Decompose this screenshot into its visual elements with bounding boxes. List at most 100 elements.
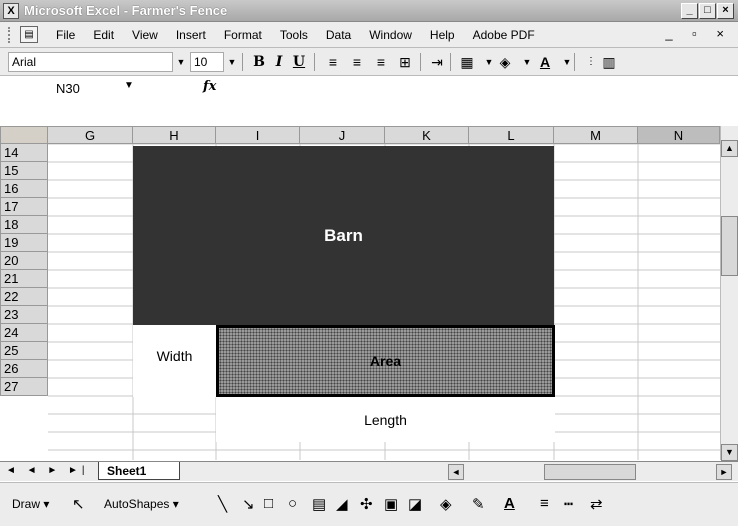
align-right-icon[interactable]: ≡: [372, 52, 390, 72]
column-header-i[interactable]: I: [216, 126, 300, 144]
column-header-m[interactable]: M: [554, 126, 638, 144]
borders-icon[interactable]: ▦: [458, 52, 476, 72]
maximize-button[interactable]: □: [699, 3, 716, 19]
row-header-14[interactable]: 14: [0, 144, 48, 162]
wordart-icon[interactable]: ◢: [336, 495, 348, 513]
column-header-h[interactable]: H: [133, 126, 216, 144]
row-header-23[interactable]: 23: [0, 306, 48, 324]
close-button[interactable]: ×: [717, 3, 734, 19]
menu-format[interactable]: Format: [224, 28, 262, 42]
column-header-n[interactable]: N: [638, 126, 720, 144]
name-box[interactable]: N30: [8, 79, 116, 99]
font-size-select[interactable]: 10: [190, 52, 224, 72]
window-title: Microsoft Excel - Farmer's Fence: [24, 3, 228, 18]
column-header-j[interactable]: J: [300, 126, 385, 144]
fill-color-icon[interactable]: ◈: [496, 52, 514, 72]
line-icon[interactable]: ╲: [218, 495, 227, 513]
row-header-17[interactable]: 17: [0, 198, 48, 216]
fill-color-icon[interactable]: ◈: [440, 495, 452, 513]
underline-button[interactable]: U: [290, 52, 308, 72]
insert-picture-icon[interactable]: ◪: [408, 495, 422, 513]
row-header-20[interactable]: 20: [0, 252, 48, 270]
arrow-style-icon[interactable]: ⇄: [590, 495, 603, 513]
minimize-button[interactable]: _: [681, 3, 698, 19]
font-size-dropdown-icon[interactable]: ▼: [226, 52, 238, 72]
row-header-15[interactable]: 15: [0, 162, 48, 180]
row-header-24[interactable]: 24: [0, 324, 48, 342]
bold-button[interactable]: B: [250, 52, 268, 72]
font-name-dropdown-icon[interactable]: ▼: [175, 52, 187, 72]
chart-wizard-icon[interactable]: ▥: [600, 52, 618, 72]
draw-menu-button[interactable]: Draw ▾: [12, 497, 49, 511]
menu-tools[interactable]: Tools: [280, 28, 308, 42]
title-bar: X Microsoft Excel - Farmer's Fence _ □ ×: [0, 0, 738, 22]
barn-shape[interactable]: Barn: [133, 146, 554, 325]
vertical-scroll-thumb[interactable]: [721, 216, 738, 276]
vertical-scrollbar[interactable]: ▲ ▼: [720, 126, 738, 461]
sheet-tab-sheet1[interactable]: Sheet1: [98, 462, 180, 480]
menu-insert[interactable]: Insert: [176, 28, 206, 42]
oval-icon[interactable]: ○: [288, 495, 297, 512]
menu-bar: ▤ File Edit View Insert Format Tools Dat…: [0, 22, 738, 48]
menu-view[interactable]: View: [132, 28, 158, 42]
formula-input[interactable]: [225, 78, 725, 100]
font-color-button[interactable]: A: [536, 52, 554, 72]
menu-file[interactable]: File: [56, 28, 75, 42]
arrow-icon[interactable]: ↘: [242, 495, 255, 513]
dash-style-icon[interactable]: ┅: [564, 495, 573, 513]
area-label: Area: [369, 353, 402, 369]
column-header-k[interactable]: K: [385, 126, 469, 144]
toolbar-separator: [242, 53, 243, 71]
menu-window[interactable]: Window: [369, 28, 412, 42]
row-header-19[interactable]: 19: [0, 234, 48, 252]
merge-center-icon[interactable]: ⊞: [396, 52, 414, 72]
area-shape[interactable]: Area: [216, 325, 555, 397]
scroll-up-icon[interactable]: ▲: [721, 140, 738, 157]
width-label[interactable]: Width: [133, 348, 216, 364]
row-header-21[interactable]: 21: [0, 270, 48, 288]
column-header-g[interactable]: G: [48, 126, 133, 144]
window-controls: _ □ ×: [681, 3, 734, 19]
excel-app-icon[interactable]: X: [3, 3, 19, 19]
text-box-icon[interactable]: ▤: [312, 495, 326, 513]
align-left-icon[interactable]: ≡: [324, 52, 342, 72]
font-color-icon[interactable]: A: [504, 495, 515, 512]
select-objects-icon[interactable]: ↖: [72, 495, 85, 513]
workbook-icon[interactable]: ▤: [20, 26, 38, 43]
increase-indent-icon[interactable]: ⇥: [428, 52, 446, 72]
row-header-22[interactable]: 22: [0, 288, 48, 306]
menu-help[interactable]: Help: [430, 28, 455, 42]
sheet-nav-buttons[interactable]: ◄ ◄ ► ►|: [6, 465, 89, 476]
fill-color-dropdown-icon[interactable]: ▼: [518, 52, 536, 72]
line-color-icon[interactable]: ✎: [472, 495, 485, 513]
toolbar-options-icon[interactable]: ⋮: [582, 52, 600, 72]
horizontal-scrollbar[interactable]: ◄ ►: [448, 464, 736, 480]
rectangle-icon[interactable]: □: [264, 495, 273, 512]
row-header-26[interactable]: 26: [0, 360, 48, 378]
menu-adobe-pdf[interactable]: Adobe PDF: [473, 28, 535, 42]
select-all-corner[interactable]: [0, 126, 48, 144]
horizontal-scroll-thumb[interactable]: [544, 464, 636, 480]
clip-art-icon[interactable]: ▣: [384, 495, 398, 513]
diagram-icon[interactable]: ✣: [360, 495, 373, 513]
row-header-18[interactable]: 18: [0, 216, 48, 234]
italic-button[interactable]: I: [270, 52, 288, 72]
scroll-down-icon[interactable]: ▼: [721, 444, 738, 461]
row-header-16[interactable]: 16: [0, 180, 48, 198]
menu-data[interactable]: Data: [326, 28, 351, 42]
name-box-dropdown-icon[interactable]: ▼: [124, 80, 134, 91]
menu-edit[interactable]: Edit: [93, 28, 114, 42]
scroll-left-icon[interactable]: ◄: [448, 464, 464, 480]
font-name-select[interactable]: Arial: [8, 52, 173, 72]
toolbar-grip[interactable]: [8, 27, 11, 43]
document-window-controls[interactable]: _ ▫ ×: [665, 26, 732, 41]
scroll-right-icon[interactable]: ►: [716, 464, 732, 480]
autoshapes-menu-button[interactable]: AutoShapes ▾: [104, 497, 179, 511]
line-style-icon[interactable]: ≡: [540, 495, 549, 512]
insert-function-icon[interactable]: fx: [203, 79, 216, 94]
length-label[interactable]: Length: [216, 412, 555, 428]
row-header-27[interactable]: 27: [0, 378, 48, 396]
row-header-25[interactable]: 25: [0, 342, 48, 360]
column-header-l[interactable]: L: [469, 126, 554, 144]
align-center-icon[interactable]: ≡: [348, 52, 366, 72]
